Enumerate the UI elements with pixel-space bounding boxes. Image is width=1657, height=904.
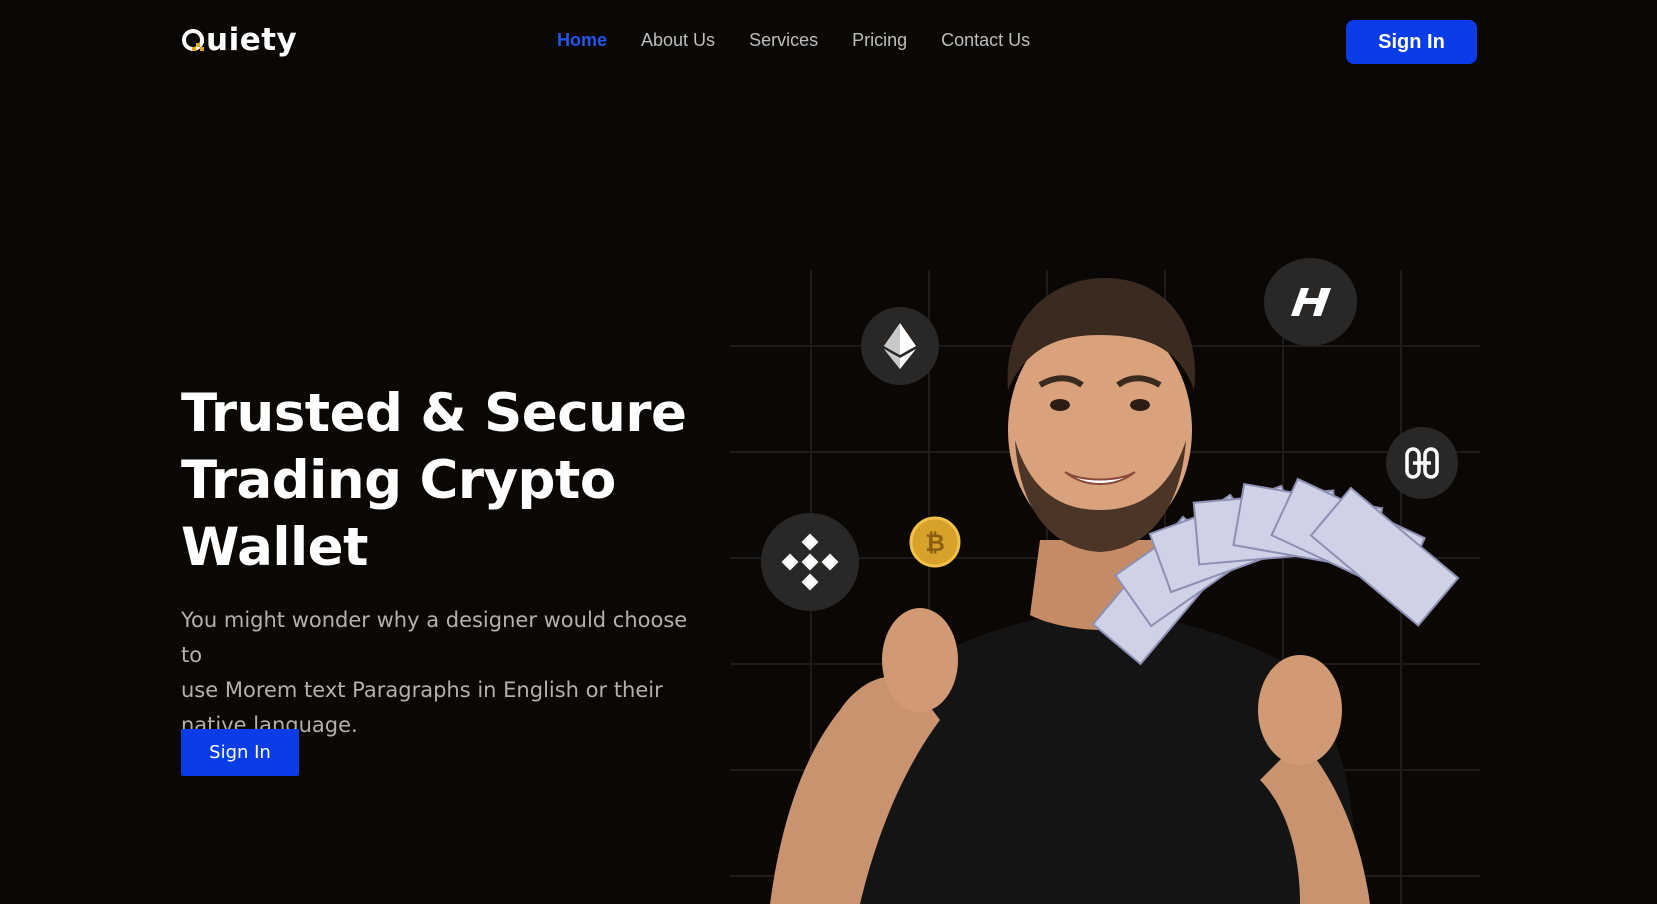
hero-description: You might wonder why a designer would ch… <box>181 603 711 743</box>
svg-text:₿: ₿ <box>925 529 945 557</box>
hero-title-line: Trusted & Secure <box>181 383 687 444</box>
nav-pricing[interactable]: Pricing <box>852 30 907 51</box>
logo-text: uiety <box>206 22 298 58</box>
landing-page: uiety Home About Us Services Pricing Con… <box>0 0 1657 904</box>
hero-title-line: Wallet <box>181 517 368 578</box>
nav-services[interactable]: Services <box>749 30 818 51</box>
nav-about-us[interactable]: About Us <box>641 30 715 51</box>
q-logo-icon <box>181 28 205 52</box>
ethereum-icon <box>861 307 939 385</box>
site-logo[interactable]: uiety <box>181 22 297 58</box>
hero-title-line: Trading Crypto <box>181 450 616 511</box>
hero-description-line: use Morem text Paragraphs in English or … <box>181 678 663 702</box>
harmony-icon <box>1386 427 1458 499</box>
nav-home[interactable]: Home <box>557 30 607 51</box>
hero-title: Trusted & Secure Trading Crypto Wallet <box>181 380 701 581</box>
hero-sign-in-button[interactable]: Sign In <box>181 729 299 776</box>
nav-contact-us[interactable]: Contact Us <box>941 30 1030 51</box>
main-nav: Home About Us Services Pricing Contact U… <box>557 30 1030 51</box>
binance-icon <box>761 513 859 611</box>
hedera-icon <box>1264 258 1357 346</box>
header-sign-in-button[interactable]: Sign In <box>1346 20 1477 64</box>
hero-description-line: You might wonder why a designer would ch… <box>181 608 688 667</box>
